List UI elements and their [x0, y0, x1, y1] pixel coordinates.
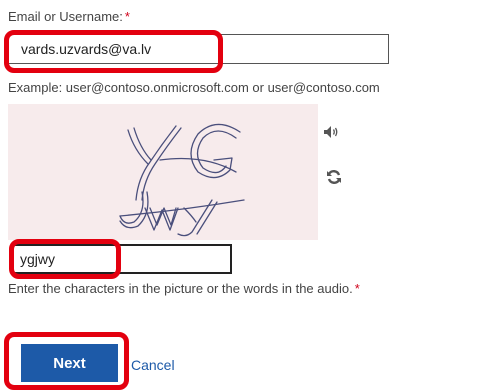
captcha-hint: Enter the characters in the picture or t… — [8, 281, 360, 296]
email-hint: Example: user@contoso.onmicrosoft.com or… — [8, 80, 380, 95]
cancel-link[interactable]: Cancel — [131, 357, 175, 373]
captcha-image — [8, 104, 318, 240]
next-button[interactable]: Next — [21, 344, 118, 382]
email-label-text: Email or Username: — [8, 9, 123, 24]
password-reset-form: Email or Username:* Example: user@contos… — [0, 0, 497, 392]
captcha-required-mark: * — [354, 281, 360, 296]
captcha-hint-text: Enter the characters in the picture or t… — [8, 281, 353, 296]
refresh-icon[interactable] — [324, 167, 344, 187]
required-mark: * — [124, 9, 130, 24]
email-label: Email or Username: * — [8, 9, 130, 24]
email-input[interactable] — [8, 34, 389, 64]
speaker-icon[interactable] — [322, 122, 342, 142]
captcha-input[interactable] — [11, 244, 232, 274]
